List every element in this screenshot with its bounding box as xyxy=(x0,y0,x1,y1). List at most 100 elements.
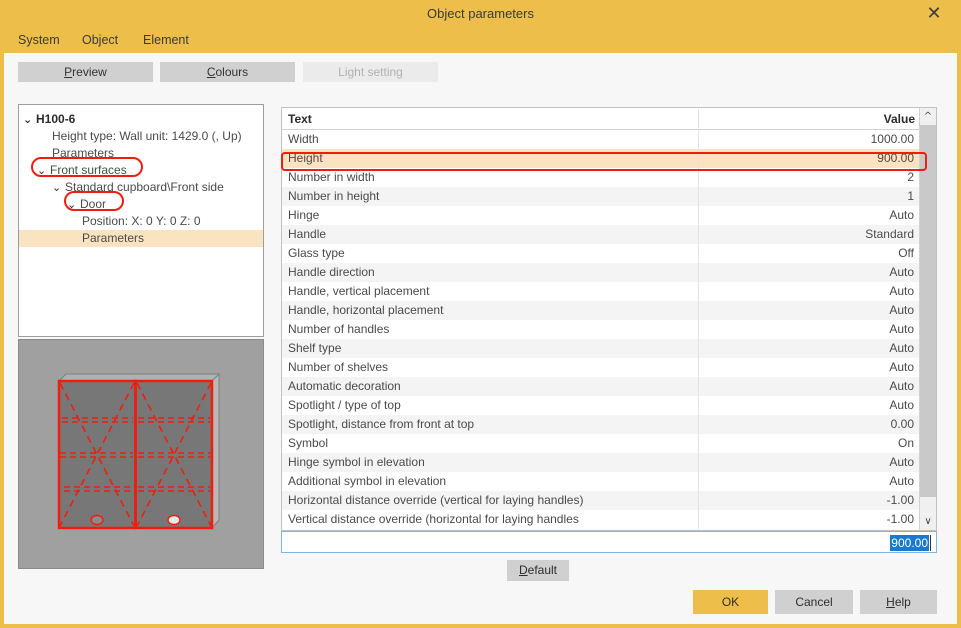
cell-divider xyxy=(698,415,699,434)
cell-divider xyxy=(698,301,699,320)
table-row[interactable]: Spotlight, distance from front at top 0.0… xyxy=(282,415,921,434)
table-row[interactable]: Horizontal distance override (vertical f… xyxy=(282,491,921,510)
help-button[interactable]: Help xyxy=(860,590,937,614)
chevron-down-icon[interactable]: ⌄ xyxy=(37,162,50,179)
cell-divider xyxy=(698,339,699,358)
tree-node-label: Front surfaces xyxy=(50,163,127,177)
menu-item-object[interactable]: Object xyxy=(78,28,122,53)
row-label: Shelf type xyxy=(288,341,342,355)
tree-node-label: Height type: Wall unit: 1429.0 (, Up) xyxy=(52,129,242,143)
chevron-down-icon[interactable]: ∨ xyxy=(920,513,936,530)
ok-button[interactable]: OK xyxy=(693,590,768,614)
table-header: Text Value xyxy=(282,108,921,130)
table-row[interactable]: Shelf type Auto xyxy=(282,339,921,358)
row-value: Auto xyxy=(889,208,914,222)
object-tree[interactable]: ⌄ H100-6 Height type: Wall unit: 1429.0 (,… xyxy=(18,104,264,337)
column-header-text: Text xyxy=(288,112,312,126)
table-row[interactable]: Handle, vertical placement Auto xyxy=(282,282,921,301)
table-row[interactable]: Glass type Off xyxy=(282,244,921,263)
tree-node[interactable]: ⌄ Standard cupboard\Front side xyxy=(52,179,224,196)
table-row[interactable]: Spotlight / type of top Auto xyxy=(282,396,921,415)
tree-node[interactable]: ⌄ Door xyxy=(67,196,106,213)
row-label: Horizontal distance override (vertical f… xyxy=(288,493,584,507)
chevron-down-icon[interactable]: ⌄ xyxy=(52,179,65,196)
tab-colours[interactable]: Colours xyxy=(160,62,295,82)
row-label: Vertical distance override (horizontal f… xyxy=(288,512,579,526)
menu-bar: System Object Element xyxy=(4,28,957,53)
table-row[interactable]: Handle Standard xyxy=(282,225,921,244)
row-value: Auto xyxy=(889,341,914,355)
row-label: Handle direction xyxy=(288,265,375,279)
page-title: Object parameters xyxy=(427,6,534,21)
cell-divider xyxy=(698,358,699,377)
value-input[interactable]: 900.00 xyxy=(281,531,937,553)
table-scrollbar[interactable]: ^ ∨ xyxy=(919,108,936,530)
table-row[interactable]: Number of shelves Auto xyxy=(282,358,921,377)
row-value: -1.00 xyxy=(886,512,914,526)
row-value: On xyxy=(897,436,914,450)
cancel-button[interactable]: Cancel xyxy=(775,590,853,614)
object-parameters-dialog: Object parameters ✕ System Object Element … xyxy=(0,0,961,628)
row-value: Auto xyxy=(889,322,914,336)
table-row[interactable]: Handle direction Auto xyxy=(282,263,921,282)
row-label: Number in height xyxy=(288,189,380,203)
tree-node[interactable]: Height type: Wall unit: 1429.0 (, Up) xyxy=(52,128,242,145)
row-label: Glass type xyxy=(288,246,345,260)
row-value: Auto xyxy=(889,303,914,317)
tree-node[interactable]: ⌄ Front surfaces xyxy=(37,162,127,179)
table-row[interactable]: Number in height 1 xyxy=(282,187,921,206)
cell-divider xyxy=(698,244,699,263)
table-row[interactable]: Automatic decoration Auto xyxy=(282,377,921,396)
table-row[interactable]: Handle, horizontal placement Auto xyxy=(282,301,921,320)
tree-node[interactable]: Position: X: 0 Y: 0 Z: 0 xyxy=(82,213,201,230)
row-label: Height xyxy=(288,151,323,165)
chevron-down-icon[interactable]: ⌄ xyxy=(67,196,80,213)
tree-node-label: Position: X: 0 Y: 0 Z: 0 xyxy=(82,214,201,228)
chevron-down-icon[interactable]: ⌄ xyxy=(23,111,36,128)
row-value: Auto xyxy=(889,474,914,488)
row-value: Auto xyxy=(889,455,914,469)
default-button[interactable]: Default xyxy=(507,560,569,581)
row-value: Auto xyxy=(889,398,914,412)
scrollbar-thumb[interactable] xyxy=(920,125,936,497)
row-label: Spotlight / type of top xyxy=(288,398,401,412)
cell-divider xyxy=(698,225,699,244)
3d-preview-panel[interactable] xyxy=(18,339,264,569)
row-value: 2 xyxy=(907,170,914,184)
menu-item-system[interactable]: System xyxy=(14,28,64,53)
cell-divider xyxy=(698,510,699,529)
tab-preview[interactable]: Preview xyxy=(18,62,153,82)
table-row[interactable]: Vertical distance override (horizontal f… xyxy=(282,510,921,529)
table-row[interactable]: Number of handles Auto xyxy=(282,320,921,339)
table-row[interactable]: Hinge Auto xyxy=(282,206,921,225)
tree-node-label: Standard cupboard\Front side xyxy=(65,180,224,194)
table-body: Width 1000.00 Height 900.00 Number in width 2… xyxy=(282,130,921,530)
menu-item-element[interactable]: Element xyxy=(139,28,193,53)
table-row[interactable]: Number in width 2 xyxy=(282,168,921,187)
cell-divider xyxy=(698,320,699,339)
table-row[interactable]: Hinge symbol in elevation Auto xyxy=(282,453,921,472)
row-value: 1000.00 xyxy=(870,132,914,146)
cell-divider xyxy=(698,130,699,149)
cell-divider xyxy=(698,206,699,225)
close-icon[interactable]: ✕ xyxy=(917,0,951,28)
tree-node-label: H100-6 xyxy=(36,112,76,126)
row-label: Width xyxy=(288,132,319,146)
row-value: Standard xyxy=(865,227,914,241)
cell-divider xyxy=(698,472,699,491)
row-value: 1 xyxy=(907,189,914,203)
row-label: Handle, horizontal placement xyxy=(288,303,444,317)
table-row[interactable]: Symbol On xyxy=(282,434,921,453)
tree-node[interactable]: ⌄ H100-6 xyxy=(23,111,75,128)
table-row[interactable]: Width 1000.00 xyxy=(282,130,921,149)
parameter-table[interactable]: Text Value Width 1000.00 Height 900.00 Numbe… xyxy=(281,107,937,531)
row-value: 900.00 xyxy=(877,151,914,165)
cell-divider xyxy=(698,263,699,282)
table-row[interactable]: Additional symbol in elevation Auto xyxy=(282,472,921,491)
row-label: Hinge symbol in elevation xyxy=(288,455,425,469)
table-row[interactable]: Height 900.00 xyxy=(282,149,921,168)
row-label: Automatic decoration xyxy=(288,379,401,393)
tree-node[interactable]: Parameters xyxy=(52,145,114,162)
tree-node[interactable]: Parameters xyxy=(82,230,144,247)
chevron-up-icon[interactable]: ^ xyxy=(920,108,936,125)
